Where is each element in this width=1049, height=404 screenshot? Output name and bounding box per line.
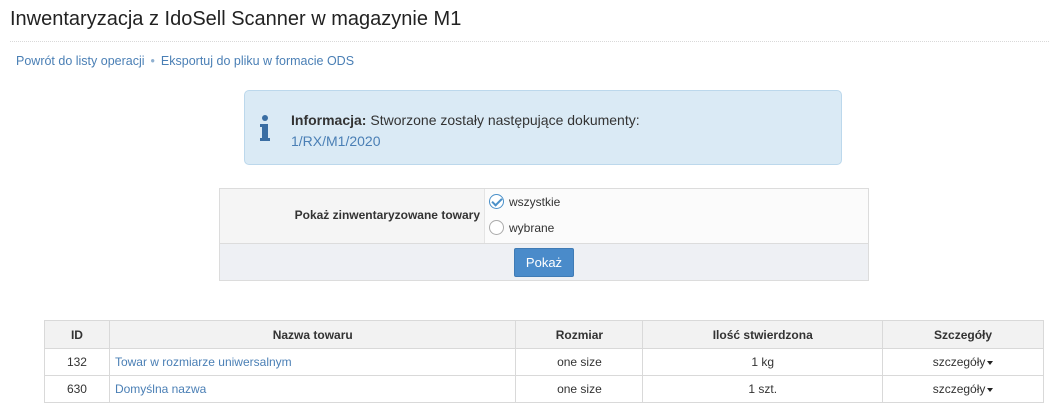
cell-name: Domyślna nazwa [108, 375, 517, 403]
info-heading: Informacja: [291, 112, 367, 128]
radio-unchecked-icon[interactable] [489, 220, 504, 235]
caret-down-icon [987, 387, 994, 392]
cell-quantity: 1 kg [642, 348, 884, 376]
page-title: Inwentaryzacja z IdoSell Scanner w magaz… [10, 8, 462, 30]
filter-label: Pokaż zinwentaryzowane towary [294, 208, 480, 222]
cell-quantity: 1 szt. [642, 375, 884, 403]
created-document-link[interactable]: 1/RX/M1/2020 [291, 133, 381, 149]
product-link[interactable]: Towar w rozmiarze uniwersalnym [115, 355, 292, 369]
back-to-operations-link[interactable]: Powrót do listy operacji [16, 54, 145, 68]
info-text: Informacja: Stworzone zostały następując… [291, 110, 640, 152]
export-ods-link[interactable]: Eksportuj do pliku w formacie ODS [161, 54, 354, 68]
radio-option-selected[interactable]: wybrane [489, 220, 554, 235]
cell-details: szczegóły [882, 375, 1044, 403]
cell-name: Towar w rozmiarze uniwersalnym [108, 348, 517, 376]
details-label: szczegóły [932, 382, 986, 396]
cell-size: one size [515, 348, 644, 376]
info-icon [259, 115, 271, 141]
details-dropdown[interactable]: szczegóły [933, 382, 994, 396]
info-message-box: Informacja: Stworzone zostały następując… [244, 90, 842, 165]
title-divider [10, 41, 1049, 42]
cell-size: one size [515, 375, 644, 403]
radio-checked-icon[interactable] [489, 194, 504, 209]
radio-option-selected-label: wybrane [509, 220, 555, 235]
column-header-size[interactable]: Rozmiar [515, 320, 644, 349]
table-row: 630 Domyślna nazwa one size 1 szt. szcze… [44, 375, 1044, 403]
caret-down-icon [987, 360, 994, 365]
radio-option-all-label: wszystkie [509, 194, 561, 209]
details-dropdown[interactable]: szczegóły [933, 355, 994, 369]
action-separator: • [150, 54, 155, 68]
column-header-id[interactable]: ID [44, 320, 110, 349]
cell-id: 132 [44, 348, 110, 376]
show-button[interactable]: Pokaż [514, 248, 574, 277]
inventory-table: ID Nazwa towaru Rozmiar Ilość stwierdzon… [44, 320, 1044, 403]
details-label: szczegóły [932, 355, 986, 369]
action-links: Powrót do listy operacji • Eksportuj do pl… [16, 54, 354, 68]
column-header-quantity[interactable]: Ilość stwierdzona [642, 320, 884, 349]
cell-details: szczegóły [882, 348, 1044, 376]
table-header-row: ID Nazwa towaru Rozmiar Ilość stwierdzon… [44, 320, 1044, 349]
filter-form: Pokaż zinwentaryzowane towary wszystkie … [219, 188, 869, 281]
product-link[interactable]: Domyślna nazwa [115, 382, 206, 396]
table-row: 132 Towar w rozmiarze uniwersalnym one s… [44, 348, 1044, 376]
filter-options: wszystkie wybrane [484, 189, 868, 243]
info-message: Stworzone zostały następujące dokumenty: [370, 112, 640, 128]
column-header-details: Szczegóły [882, 320, 1044, 349]
cell-id: 630 [44, 375, 110, 403]
radio-option-all[interactable]: wszystkie [489, 194, 560, 209]
column-header-name[interactable]: Nazwa towaru [108, 320, 517, 349]
